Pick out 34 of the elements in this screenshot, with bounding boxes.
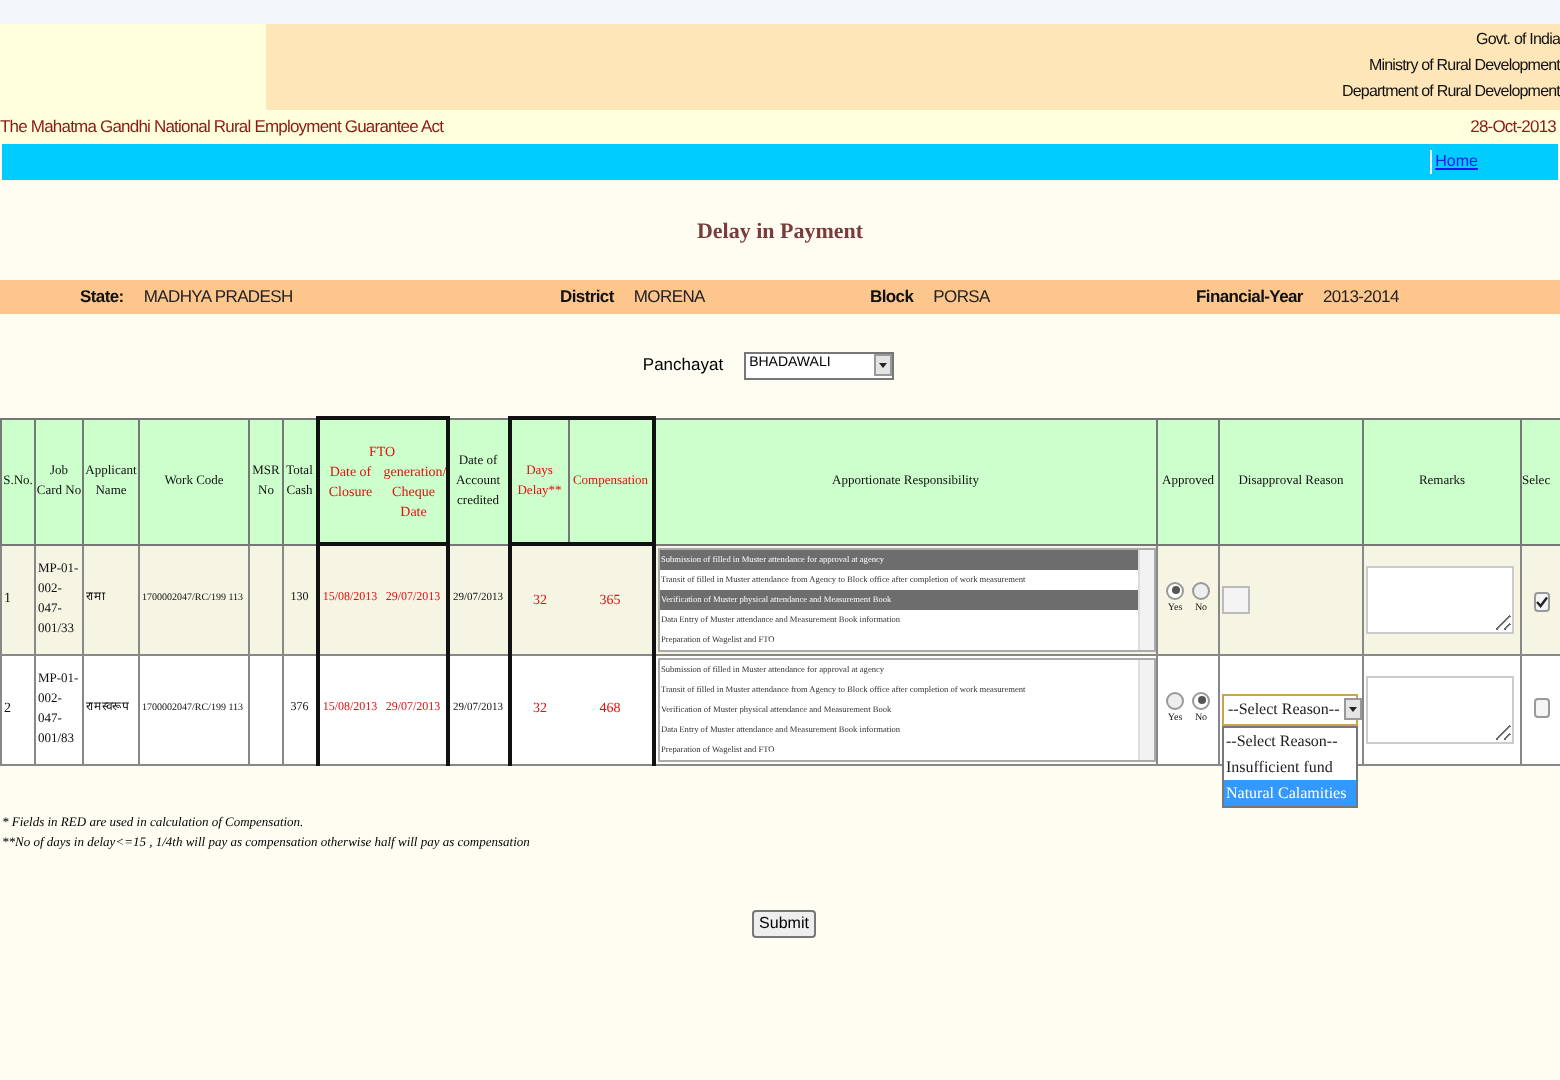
reason-dropdown[interactable]: --Select Reason-- [1222,693,1358,725]
filter-label: Block [870,284,914,310]
caret-icon [1343,698,1362,720]
filter-value: MORENA [633,284,705,310]
scrollbar[interactable] [1137,659,1153,759]
radio-button[interactable] [1192,691,1210,710]
radio-button[interactable] [1166,691,1184,710]
panchayat-label: Panchayat [642,352,724,378]
remarks-field[interactable] [1366,565,1514,633]
filter-value: MADHYA PRADESH [143,284,293,310]
submit-button[interactable]: Submit [751,909,817,937]
filter-value: PORSA [933,284,990,310]
page-title: Delay in Payment [696,218,864,249]
act-title: The Mahatma Gandhi National Rural Employment Guarantee Act [0,114,444,140]
dropdown-option[interactable]: --Select Reason-- [1224,727,1356,753]
list-box[interactable] [657,657,1155,761]
org-line: Govt. of India [1476,28,1560,52]
org-line: Ministry of Rural Development [1368,54,1560,78]
header-date: 28-Oct-2013 [1470,114,1558,140]
select-checkbox[interactable] [1533,591,1549,611]
scrollbar[interactable] [1137,549,1153,649]
radio-button[interactable] [1166,581,1184,600]
filter-value: 2013-2014 [1322,284,1399,310]
home-link[interactable]: Home [1429,150,1478,174]
caret-icon [873,354,892,376]
org-line: Department of Rural Development [1342,80,1560,104]
remarks-field[interactable] [1366,675,1514,743]
list-box[interactable] [657,547,1155,651]
filter-label: District [560,284,614,310]
select-checkbox[interactable] [1533,697,1549,717]
filter-label: Financial-Year [1196,284,1303,310]
filter-label: State: [80,284,124,310]
dropdown-option[interactable]: Insufficient fund [1224,753,1356,779]
radio-button[interactable] [1192,581,1210,600]
